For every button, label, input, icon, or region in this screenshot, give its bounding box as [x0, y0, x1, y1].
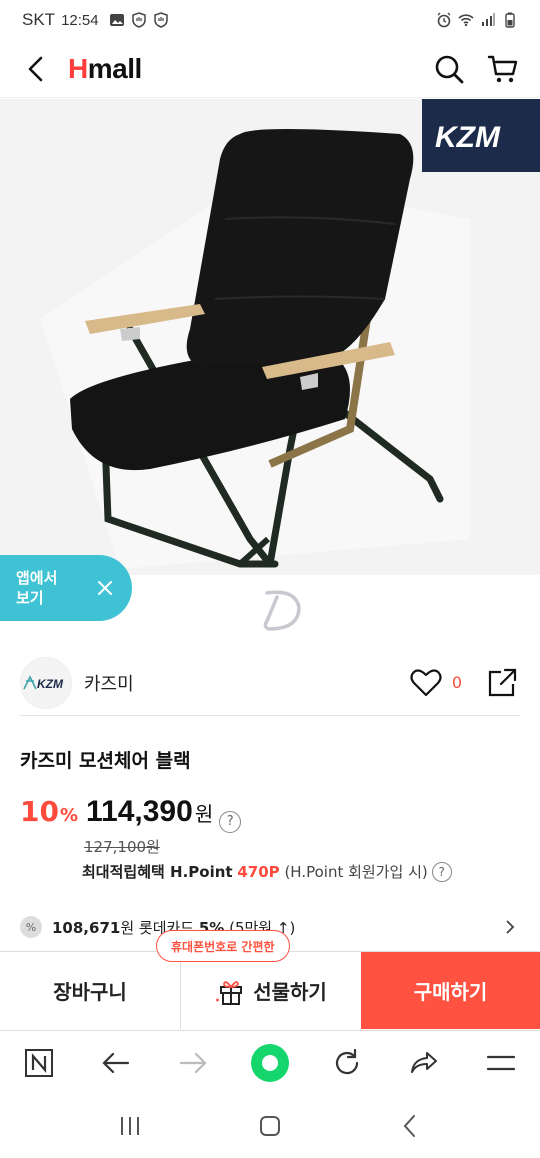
buy-now-button[interactable]: 구매하기 — [361, 952, 540, 1029]
product-image[interactable]: KZM — [0, 99, 540, 575]
cart-icon — [487, 55, 518, 82]
share-button[interactable] — [484, 665, 520, 701]
point-value: 470P — [237, 862, 280, 881]
point-label: 최대적립혜택 H.Point — [82, 863, 233, 881]
home-icon — [260, 1116, 280, 1136]
forward-arrow-icon — [179, 1052, 207, 1073]
original-price: 127,100원 — [84, 838, 160, 856]
seller-row: KZM 카즈미 0 — [20, 650, 520, 716]
price-unit: 원 — [194, 802, 214, 826]
price-row: 10 % 114,390 원 ? — [20, 795, 242, 833]
gift-button[interactable]: 선물하기 — [181, 952, 361, 1029]
search-button[interactable] — [430, 50, 468, 88]
status-bar: SKT 12:54 — [0, 0, 540, 40]
back-icon — [403, 1115, 415, 1137]
discount-rate: 10 — [20, 795, 59, 828]
gallery-icon — [109, 14, 124, 26]
sale-price: 114,390 — [86, 795, 193, 828]
seller-logo[interactable]: KZM — [20, 656, 72, 709]
wifi-icon — [458, 14, 474, 27]
alarm-icon — [437, 12, 451, 28]
chevron-left-icon — [28, 56, 43, 81]
brand-badge: KZM — [422, 99, 540, 172]
share-icon — [488, 668, 517, 696]
recent-apps-icon — [121, 1117, 139, 1135]
hmall-logo[interactable]: Hmall — [68, 53, 142, 85]
browser-forward-button[interactable] — [171, 1041, 215, 1085]
browser-back-button[interactable] — [94, 1041, 138, 1085]
app-header: Hmall — [0, 40, 540, 98]
svg-text:KZM: KZM — [37, 677, 64, 691]
logo-h: H — [68, 52, 88, 84]
percent-badge-icon: % — [20, 916, 42, 938]
app-banner-text: 앱에서 보기 — [16, 569, 58, 607]
cart-button[interactable] — [484, 50, 522, 88]
gift-tooltip: 휴대폰번호로 간편한 — [156, 930, 290, 962]
app-open-banner[interactable]: 앱에서 보기 — [0, 555, 132, 621]
carrier-label: SKT — [22, 10, 56, 29]
status-time: 12:54 — [61, 11, 99, 29]
back-button[interactable] — [18, 51, 54, 87]
share-page-button[interactable] — [402, 1041, 446, 1085]
gift-icon — [216, 980, 243, 1005]
point-note: (H.Point 회원가입 시) — [284, 863, 428, 881]
battery-icon — [505, 12, 515, 28]
search-icon — [435, 55, 464, 83]
card-amount: 108,671 — [52, 918, 121, 937]
n-home-icon — [24, 1048, 53, 1077]
chevron-right-icon — [504, 919, 520, 935]
watermark-logo — [263, 590, 301, 631]
share-arrow-icon — [411, 1051, 438, 1073]
recent-apps-button[interactable] — [108, 1104, 152, 1148]
logo-rest: mall — [87, 52, 143, 84]
gift-label: 선물하기 — [253, 980, 327, 1004]
point-help-button[interactable]: ? — [431, 861, 452, 882]
point-benefit: 최대적립혜택 H.Point 470P (H.Point 회원가입 시) ? — [82, 861, 452, 882]
home-button[interactable] — [248, 1104, 292, 1148]
kzm-logo-icon: KZM — [435, 121, 501, 153]
like-count: 0 — [451, 673, 462, 692]
refresh-icon — [336, 1048, 359, 1074]
browser-toolbar — [0, 1030, 540, 1094]
refresh-button[interactable] — [325, 1041, 369, 1085]
menu-button[interactable] — [479, 1041, 523, 1085]
shield-hand-icon — [153, 12, 168, 28]
signal-icon — [482, 13, 495, 26]
add-to-cart-button[interactable]: 장바구니 — [0, 952, 181, 1029]
like-button[interactable]: 0 — [410, 668, 462, 697]
shield-hand-icon — [131, 12, 146, 28]
banner-close-button[interactable] — [96, 579, 114, 597]
n-home-button[interactable] — [17, 1041, 61, 1085]
discount-unit: % — [59, 805, 79, 826]
purchase-bar: 장바구니 선물하기 구매하기 — [0, 951, 540, 1029]
close-icon — [98, 581, 112, 595]
green-dot-icon — [250, 1043, 289, 1082]
android-nav-bar — [0, 1094, 540, 1158]
kzm-small-logo-icon: KZM — [23, 674, 64, 691]
green-dot-button[interactable] — [248, 1041, 292, 1085]
back-arrow-icon — [102, 1052, 129, 1073]
menu-icon — [487, 1055, 516, 1070]
svg-text:KZM: KZM — [435, 121, 501, 153]
seller-name[interactable]: 카즈미 — [84, 670, 134, 696]
system-back-button[interactable] — [388, 1104, 432, 1148]
price-help-button[interactable]: ? — [219, 810, 242, 833]
heart-icon — [410, 668, 442, 696]
product-title: 카즈미 모션체어 블랙 — [20, 750, 191, 772]
